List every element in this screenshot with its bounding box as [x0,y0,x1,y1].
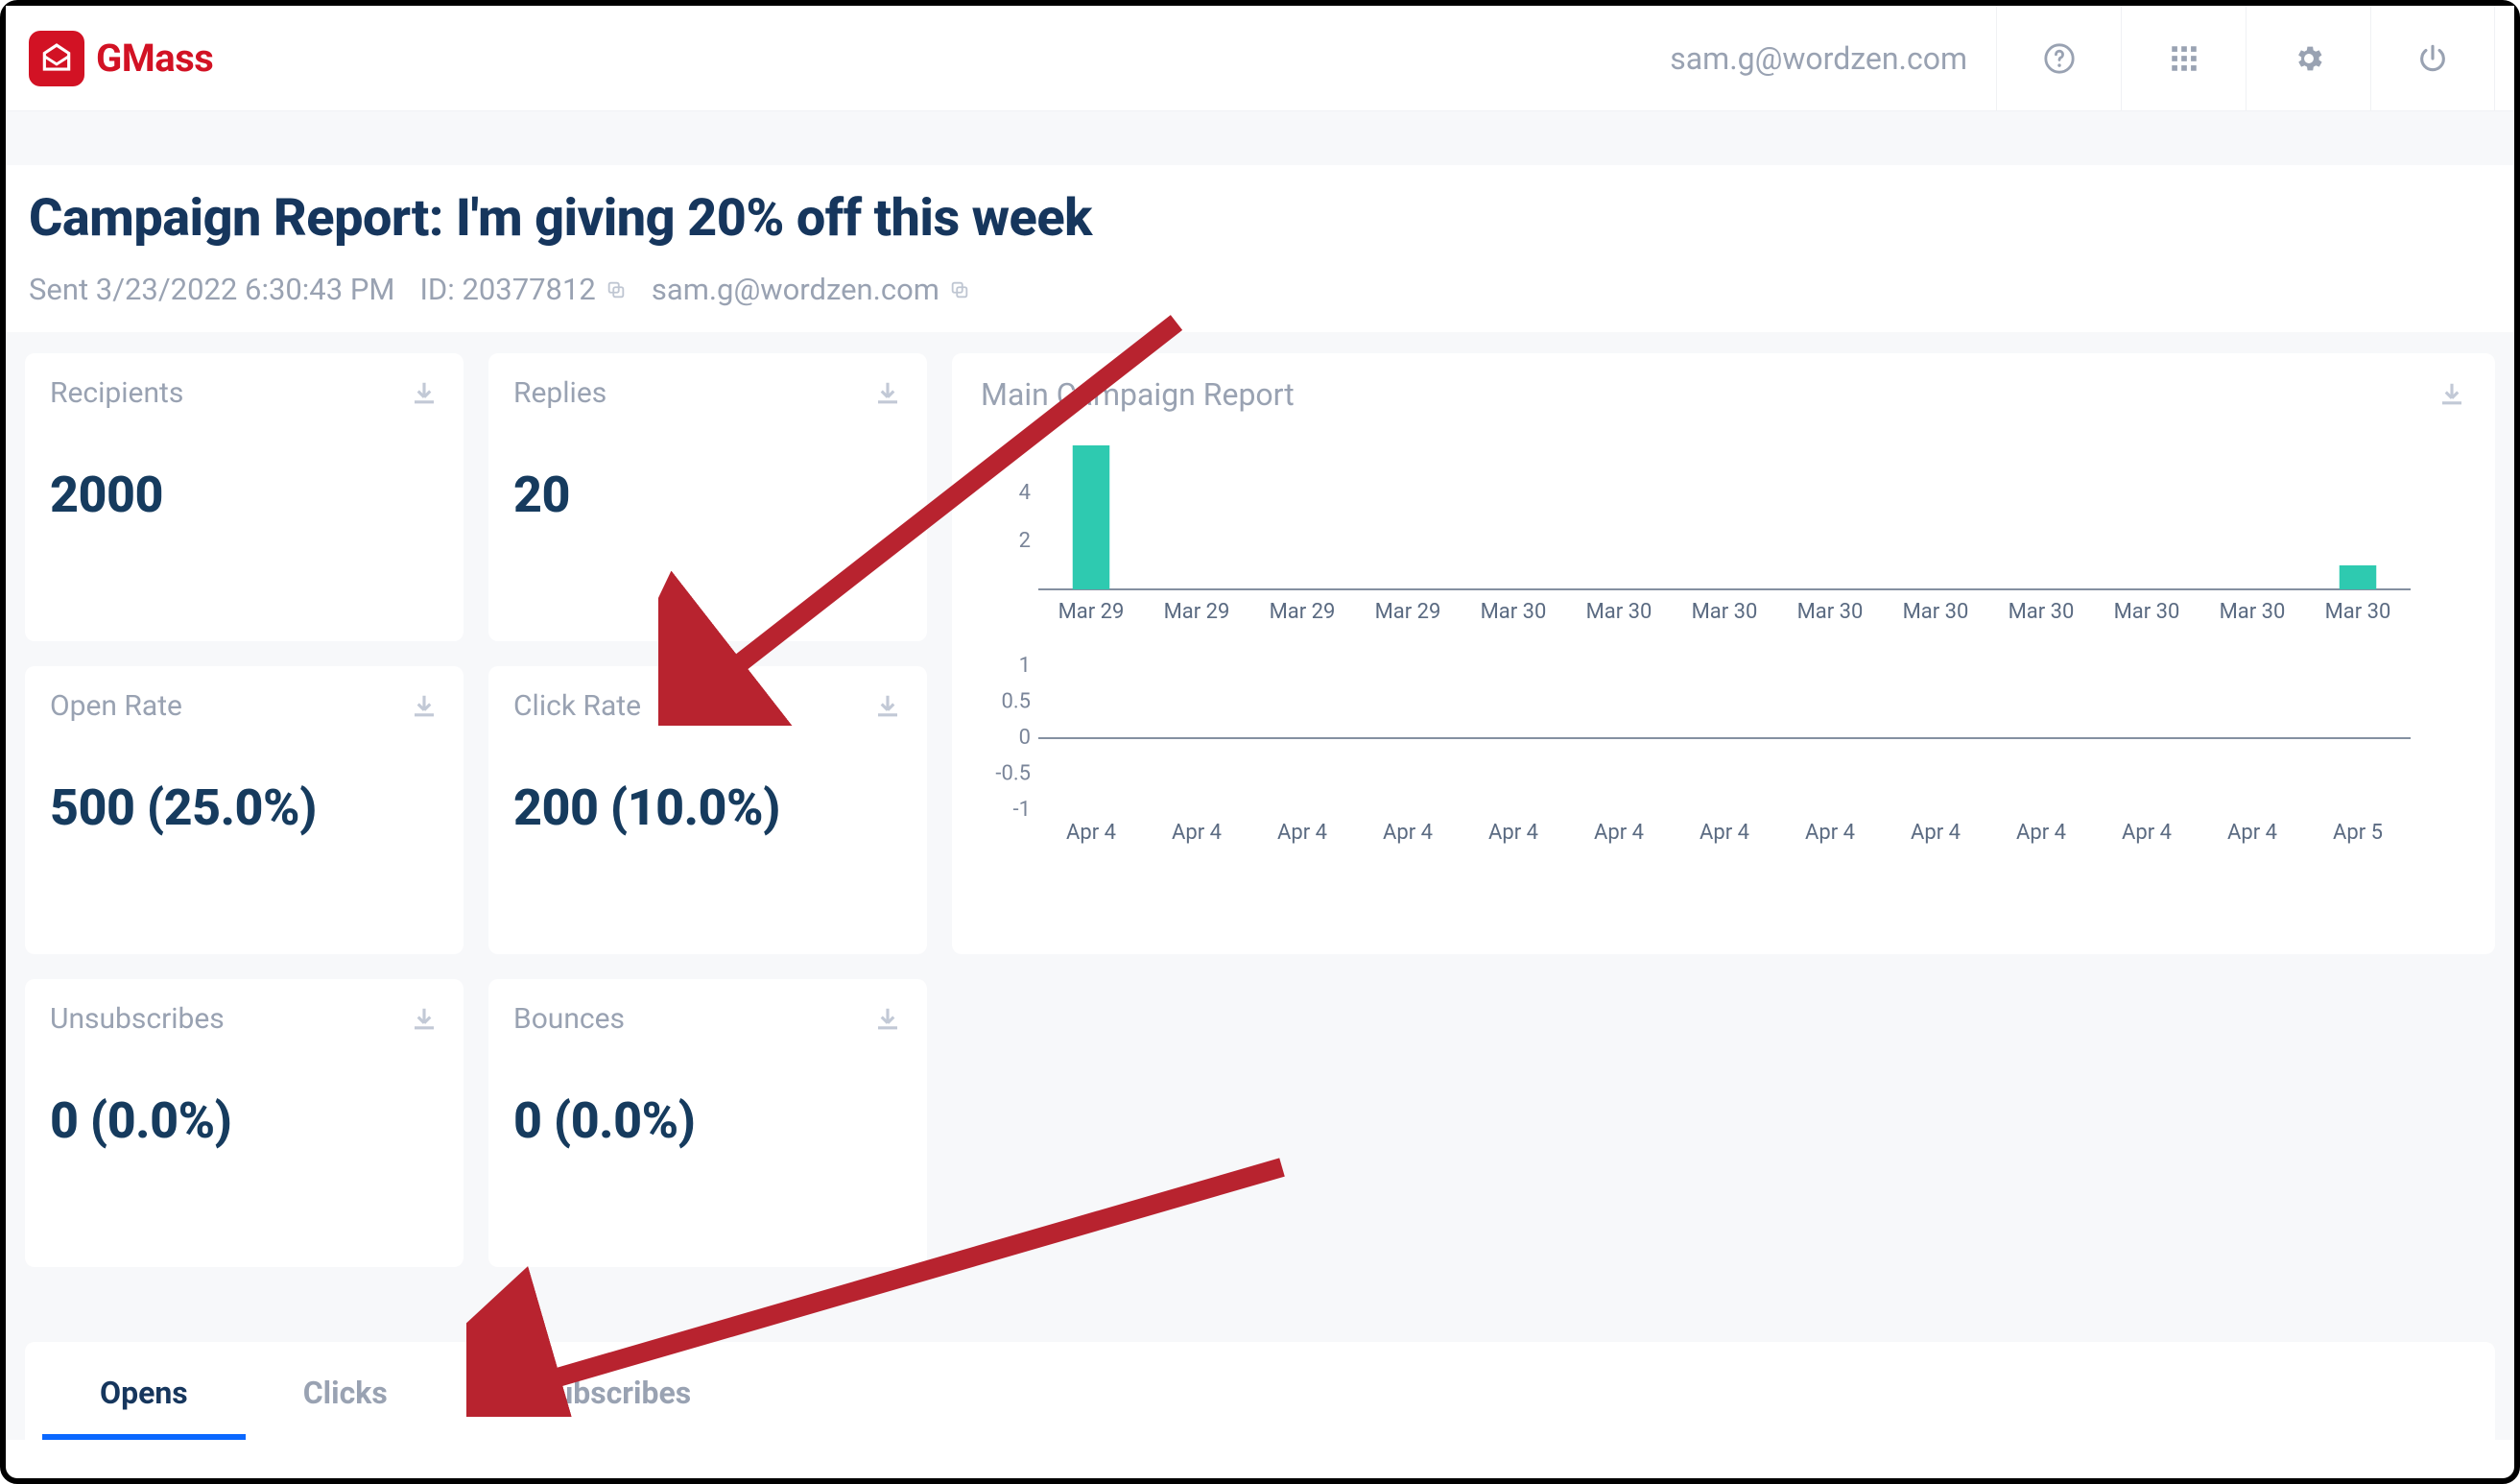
svg-text:Mar 30: Mar 30 [2325,600,2391,624]
brand-logo[interactable]: GMass [29,31,213,86]
gear-icon [2293,42,2325,75]
apps-button[interactable] [2121,6,2246,111]
unsubscribes-card: Unsubscribes 0 (0.0%) [25,979,464,1267]
svg-text:Mar 30: Mar 30 [1586,600,1652,624]
svg-text:Mar 30: Mar 30 [1481,600,1547,624]
settings-button[interactable] [2246,6,2370,111]
download-icon[interactable] [410,692,439,721]
power-icon [2416,42,2449,75]
download-icon[interactable] [873,1005,902,1034]
bounces-value: 0 (0.0%) [513,1091,902,1150]
recipients-card: Recipients 2000 [25,353,464,641]
user-email[interactable]: sam.g@wordzen.com [1670,40,1967,77]
svg-text:Apr 4: Apr 4 [1172,821,1222,845]
card-label: Replies [513,376,606,410]
tab-unsubscribes[interactable]: Unsubscribes [445,1375,749,1440]
svg-text:Mar 29: Mar 29 [1164,600,1230,624]
click-rate-value: 200 (10.0%) [513,778,902,837]
download-icon[interactable] [410,379,439,408]
svg-text:Mar 29: Mar 29 [1375,600,1441,624]
svg-text:-1: -1 [1013,798,1031,822]
svg-text:Apr 4: Apr 4 [1066,821,1116,845]
svg-text:Apr 4: Apr 4 [1383,821,1433,845]
svg-text:Mar 30: Mar 30 [2009,600,2075,624]
card-label: Unsubscribes [50,1002,225,1036]
card-label: Click Rate [513,689,641,723]
svg-text:0: 0 [1019,726,1031,750]
unsubscribes-value: 0 (0.0%) [50,1091,439,1150]
tab-opens[interactable]: Opens [42,1375,246,1440]
svg-text:Apr 4: Apr 4 [1277,821,1327,845]
svg-text:Mar 30: Mar 30 [1692,600,1758,624]
svg-text:Apr 4: Apr 4 [2122,821,2172,845]
replies-card: Replies 20 [488,353,927,641]
grid-icon [2168,42,2200,75]
power-button[interactable] [2370,6,2495,111]
svg-text:Apr 5: Apr 5 [2333,821,2383,845]
svg-text:Mar 30: Mar 30 [2114,600,2180,624]
svg-text:Mar 30: Mar 30 [1797,600,1864,624]
help-button[interactable] [1996,6,2121,111]
svg-text:Apr 4: Apr 4 [1594,821,1644,845]
svg-text:Apr 4: Apr 4 [1488,821,1538,845]
copy-icon[interactable] [606,279,627,300]
svg-text:6: 6 [1019,436,1031,457]
svg-text:Apr 4: Apr 4 [1700,821,1749,845]
page-title: Campaign Report: I'm giving 20% off this… [29,188,2491,249]
card-label: Open Rate [50,689,182,723]
tab-clicks[interactable]: Clicks [246,1375,445,1440]
svg-text:Apr 4: Apr 4 [1805,821,1855,845]
download-icon[interactable] [873,379,902,408]
sent-timestamp: Sent 3/23/2022 6:30:43 PM [29,272,394,307]
svg-text:-0.5: -0.5 [995,762,1031,786]
bottom-chart: -1 -0.5 0 0.5 1 Apr 4 Apr 4 Apr 4 Apr 4 Apr 4 Apr … [981,657,2466,849]
recipients-value: 2000 [50,466,439,524]
open-rate-value: 500 (25.0%) [50,778,439,837]
download-icon[interactable] [410,1005,439,1034]
download-icon[interactable] [2437,380,2466,409]
svg-text:Apr 4: Apr 4 [2227,821,2277,845]
svg-text:Mar 29: Mar 29 [1270,600,1336,624]
svg-text:Mar 30: Mar 30 [1903,600,1969,624]
page-header: Campaign Report: I'm giving 20% off this… [6,165,2514,332]
campaign-id: ID: 20377812 [419,272,626,307]
svg-text:Apr 4: Apr 4 [1911,821,1961,845]
click-rate-card: Click Rate 200 (10.0%) [488,666,927,954]
svg-text:Mar 29: Mar 29 [1058,600,1125,624]
chart-title: Main Campaign Report [981,376,1295,413]
card-label: Recipients [50,376,183,410]
meta-row: Sent 3/23/2022 6:30:43 PM ID: 20377812 s… [29,272,2491,307]
sender-email: sam.g@wordzen.com [652,272,970,307]
svg-text:1: 1 [1019,657,1031,678]
svg-text:2: 2 [1019,529,1031,553]
brand-icon [29,31,84,86]
card-label: Bounces [513,1002,625,1036]
brand-name: GMass [96,36,213,81]
open-rate-card: Open Rate 500 (25.0%) [25,666,464,954]
top-bar: GMass sam.g@wordzen.com [6,6,2514,111]
bounces-card: Bounces 0 (0.0%) [488,979,927,1267]
replies-value: 20 [513,466,902,524]
svg-text:4: 4 [1019,481,1031,505]
svg-text:0.5: 0.5 [1001,690,1031,714]
main-chart-card: Main Campaign Report 2 4 6 Mar 29 Mar 29 Mar … [952,353,2495,954]
stats-grid: Recipients 2000 Replies 20 Main Campaign… [6,332,2514,1288]
help-icon [2043,42,2076,75]
tabs-bar: Opens Clicks Unsubscribes [25,1342,2495,1440]
top-chart: 2 4 6 Mar 29 Mar 29 Mar 29 Mar 29 Mar 30 Mar 30 M… [981,436,2466,628]
copy-icon[interactable] [949,279,970,300]
download-icon[interactable] [873,692,902,721]
svg-text:Mar 30: Mar 30 [2220,600,2286,624]
svg-text:Apr 4: Apr 4 [2016,821,2066,845]
